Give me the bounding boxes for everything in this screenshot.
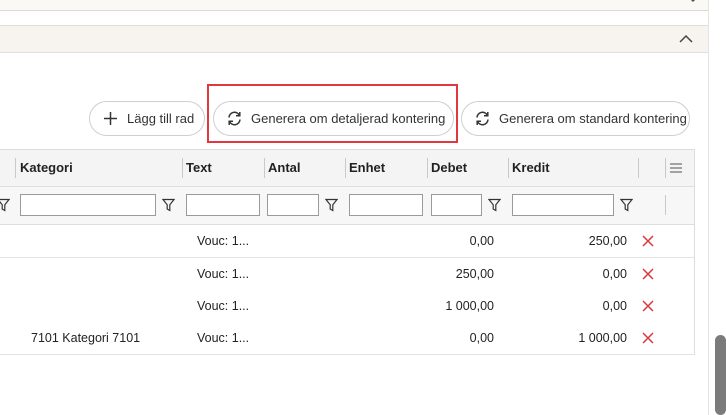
cell-debet: 0,00	[469, 234, 494, 248]
cell-text: Vouc: 1...	[197, 331, 250, 345]
column-header-debet[interactable]: Debet	[427, 150, 509, 186]
previous-panel	[0, 0, 708, 11]
column-separator	[665, 195, 666, 215]
filter-input-kredit[interactable]	[512, 194, 614, 216]
chevron-up-icon[interactable]	[678, 32, 694, 46]
filter-icon[interactable]	[325, 198, 338, 212]
filter-input-antal[interactable]	[267, 194, 319, 216]
add-row-button[interactable]: Lägg till rad	[89, 101, 205, 136]
filter-input-debet[interactable]	[431, 194, 482, 216]
delete-icon[interactable]	[642, 268, 654, 280]
filter-input-kategori[interactable]	[20, 194, 156, 216]
regenerate-standard-label: Generera om standard kontering	[499, 111, 687, 126]
accounting-grid: Kategori Text Antal Enhet Debet Kredit V…	[0, 149, 695, 355]
cell-debet: 1 000,00	[445, 299, 494, 313]
filter-input-enhet[interactable]	[349, 194, 423, 216]
regenerate-detailed-label: Generera om detaljerad kontering	[251, 111, 446, 126]
regenerate-standard-button[interactable]: Generera om standard kontering	[461, 101, 690, 136]
cell-kredit: 0,00	[602, 267, 627, 281]
delete-icon[interactable]	[642, 332, 654, 344]
filter-input-text[interactable]	[186, 194, 260, 216]
scrollbar-thumb[interactable]	[715, 335, 726, 415]
cell-kategori: 7101 Kategori 7101	[31, 331, 141, 345]
delete-icon[interactable]	[642, 300, 654, 312]
panel-border	[708, 0, 709, 415]
panel-header	[0, 25, 708, 53]
filter-icon[interactable]	[162, 198, 175, 212]
add-row-label: Lägg till rad	[127, 111, 195, 126]
column-separator[interactable]	[638, 158, 639, 178]
plus-icon	[104, 112, 117, 125]
column-separator[interactable]	[665, 158, 666, 178]
cell-text: Vouc: 1...	[197, 234, 250, 248]
table-row[interactable]: Vouc: 1... 250,00 0,00	[0, 258, 694, 291]
column-header-kategori[interactable]: Kategori	[16, 150, 182, 186]
cell-text: Vouc: 1...	[197, 299, 250, 313]
cell-kredit: 1 000,00	[578, 331, 627, 345]
refresh-icon	[476, 111, 489, 126]
cell-kredit: 250,00	[588, 234, 627, 248]
grid-header-row: Kategori Text Antal Enhet Debet Kredit	[0, 150, 694, 187]
delete-icon[interactable]	[642, 235, 654, 247]
column-header-kredit[interactable]: Kredit	[508, 150, 638, 186]
column-header-antal[interactable]: Antal	[264, 150, 346, 186]
cell-debet: 250,00	[455, 267, 494, 281]
filter-icon[interactable]	[0, 198, 10, 212]
column-header-enhet[interactable]: Enhet	[345, 150, 427, 186]
chevron-down-icon[interactable]	[686, 0, 700, 6]
regenerate-detailed-button[interactable]: Generera om detaljerad kontering	[213, 101, 454, 136]
column-header-text[interactable]: Text	[182, 150, 264, 186]
filter-icon[interactable]	[488, 198, 501, 212]
cell-kredit: 0,00	[602, 299, 627, 313]
filter-icon[interactable]	[620, 198, 633, 212]
table-row[interactable]: 7101 Kategori 7101 Vouc: 1... 0,00 1 000…	[0, 322, 694, 355]
cell-debet: 0,00	[469, 331, 494, 345]
column-menu-icon[interactable]	[669, 162, 683, 174]
grid-filter-row	[0, 187, 694, 225]
cell-text: Vouc: 1...	[197, 267, 250, 281]
refresh-icon	[228, 111, 241, 126]
table-row[interactable]: Vouc: 1... 0,00 250,00	[0, 225, 694, 258]
table-row[interactable]: Vouc: 1... 1 000,00 0,00	[0, 290, 694, 323]
